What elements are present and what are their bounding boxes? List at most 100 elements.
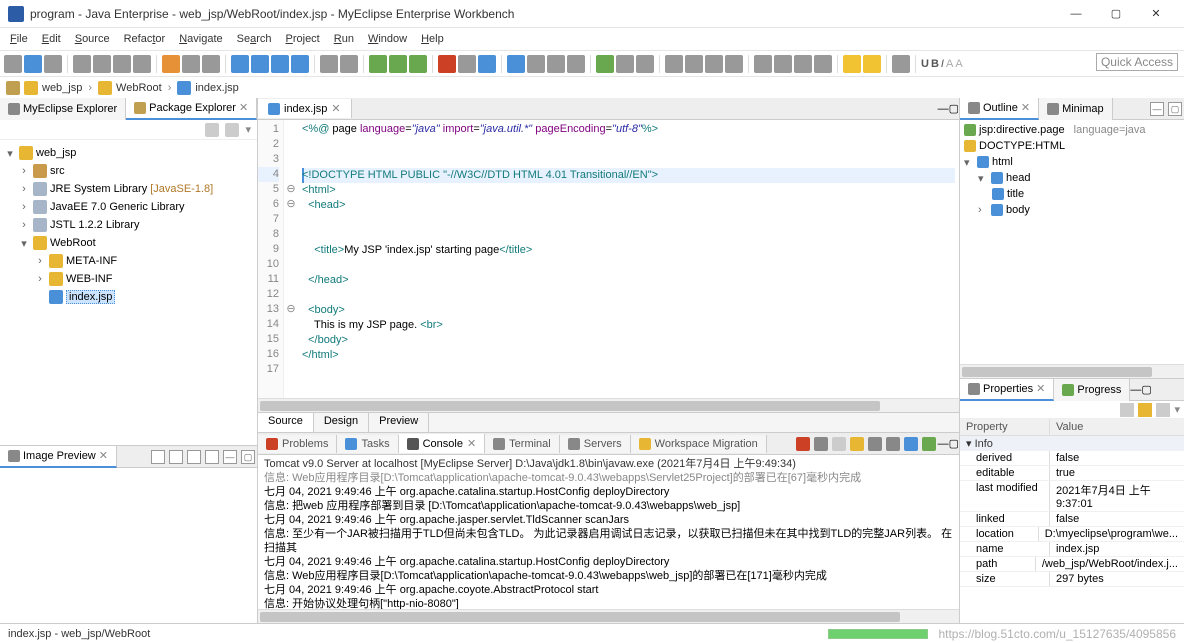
tool-13[interactable]	[271, 55, 289, 73]
props-tool1[interactable]	[1120, 403, 1134, 417]
console-output[interactable]: Tomcat v9.0 Server at localhost [MyEclip…	[258, 455, 959, 609]
maximize-button[interactable]: ▢	[1096, 0, 1136, 28]
tool-run[interactable]	[389, 55, 407, 73]
tab-terminal[interactable]: Terminal	[485, 435, 560, 453]
tool-32[interactable]	[705, 55, 723, 73]
outline-body[interactable]: ›body	[964, 202, 1180, 218]
menu-source[interactable]: Source	[69, 31, 116, 47]
close-icon[interactable]: ✕	[331, 102, 340, 115]
menu-run[interactable]: Run	[328, 31, 360, 47]
props-max[interactable]: ▢	[1141, 383, 1151, 396]
fold-gutter[interactable]: ⊖⊖ ⊖	[284, 120, 298, 398]
prop-row-editable[interactable]: editabletrue	[960, 466, 1184, 481]
tool-7[interactable]	[133, 55, 151, 73]
console-scroll-lock-icon[interactable]	[850, 437, 864, 451]
tool-4[interactable]	[73, 55, 91, 73]
props-tool3[interactable]	[1156, 403, 1170, 417]
close-icon[interactable]: ✕	[239, 101, 248, 114]
tool-30[interactable]	[665, 55, 683, 73]
tool-22[interactable]	[478, 55, 496, 73]
tree-webinf[interactable]: › WEB-INF	[0, 270, 257, 288]
mode-source[interactable]: Source	[258, 413, 314, 432]
breadcrumb-item[interactable]: index.jsp	[195, 82, 238, 94]
console-pin-icon[interactable]	[886, 437, 900, 451]
tab-tasks[interactable]: Tasks	[337, 435, 398, 453]
tree-project[interactable]: ▾ web_jsp	[0, 144, 257, 162]
props-col-property[interactable]: Property	[960, 419, 1050, 435]
tool-save[interactable]	[24, 55, 42, 73]
ip-max[interactable]: ▢	[241, 450, 255, 464]
tool-33[interactable]	[725, 55, 743, 73]
text-a2-icon[interactable]: A	[955, 58, 962, 70]
tool-29[interactable]	[636, 55, 654, 73]
tool-25[interactable]	[547, 55, 565, 73]
prop-row-derived[interactable]: derivedfalse	[960, 451, 1184, 466]
tool-27[interactable]	[596, 55, 614, 73]
prop-row-path[interactable]: path/web_jsp/WebRoot/index.j...	[960, 557, 1184, 572]
prop-row-location[interactable]: locationD:\myeclipse\program\we...	[960, 527, 1184, 542]
tool-debug[interactable]	[369, 55, 387, 73]
tab-progress[interactable]: Progress	[1054, 379, 1130, 401]
close-icon[interactable]: ✕	[467, 437, 476, 450]
tool-11[interactable]	[231, 55, 249, 73]
menu-window[interactable]: Window	[362, 31, 413, 47]
tab-workspace-migration[interactable]: Workspace Migration	[631, 435, 767, 453]
text-italic-icon[interactable]: I	[941, 58, 944, 70]
text-bold-icon2[interactable]: B	[931, 58, 939, 70]
tab-package-explorer[interactable]: Package Explorer ✕	[126, 98, 257, 120]
menu-project[interactable]: Project	[280, 31, 326, 47]
ip-b4[interactable]	[205, 450, 219, 464]
code-content[interactable]: <%@ page language="java" import="java.ut…	[298, 120, 959, 398]
tool-5[interactable]	[93, 55, 111, 73]
tool-21[interactable]	[458, 55, 476, 73]
tree-index-jsp[interactable]: index.jsp	[0, 288, 257, 306]
ip-b2[interactable]	[169, 450, 183, 464]
close-icon[interactable]: ✕	[1036, 382, 1045, 395]
menu-file[interactable]: File	[4, 31, 34, 47]
menu-navigate[interactable]: Navigate	[173, 31, 228, 47]
mode-preview[interactable]: Preview	[369, 413, 429, 432]
tool-26[interactable]	[567, 55, 585, 73]
breadcrumb-item[interactable]: web_jsp	[42, 82, 82, 94]
tab-image-preview[interactable]: Image Preview ✕	[0, 446, 117, 468]
menu-search[interactable]: Search	[231, 31, 278, 47]
dock-min[interactable]: —	[938, 438, 949, 450]
tree-webroot[interactable]: ▾ WebRoot	[0, 234, 257, 252]
props-min[interactable]: —	[1130, 384, 1141, 396]
tab-problems[interactable]: Problems	[258, 435, 337, 453]
editor-min[interactable]: —	[938, 103, 949, 115]
tool-12[interactable]	[251, 55, 269, 73]
outline-title[interactable]: title	[964, 186, 1180, 202]
outline-html[interactable]: ▾html	[964, 154, 1180, 170]
link-editor-icon[interactable]	[225, 123, 239, 137]
prop-row-size[interactable]: size297 bytes	[960, 572, 1184, 587]
tool-saveall[interactable]	[44, 55, 62, 73]
tree-metainf[interactable]: › META-INF	[0, 252, 257, 270]
props-tool2[interactable]	[1138, 403, 1152, 417]
tab-myeclipse-explorer[interactable]: MyEclipse Explorer	[0, 98, 126, 120]
tool-forward[interactable]	[863, 55, 881, 73]
tool-new[interactable]	[4, 55, 22, 73]
console-display-icon[interactable]	[904, 437, 918, 451]
tool-16[interactable]	[340, 55, 358, 73]
quick-access-input[interactable]: Quick Access	[1096, 53, 1178, 71]
tool-36[interactable]	[794, 55, 812, 73]
minimize-button[interactable]: —	[1056, 0, 1096, 28]
tool-24[interactable]	[527, 55, 545, 73]
outline-jsp-directive[interactable]: jsp:directive.page language=java	[964, 122, 1180, 138]
tree-jstl[interactable]: › JSTL 1.2.2 Library	[0, 216, 257, 234]
tab-console[interactable]: Console✕	[399, 434, 486, 453]
menu-help[interactable]: Help	[415, 31, 450, 47]
tool-35[interactable]	[774, 55, 792, 73]
close-button[interactable]: ✕	[1136, 0, 1176, 28]
collapse-all-icon[interactable]	[205, 123, 219, 137]
outline-doctype[interactable]: DOCTYPE:HTML	[964, 138, 1180, 154]
ip-b3[interactable]	[187, 450, 201, 464]
props-col-value[interactable]: Value	[1050, 419, 1184, 435]
menu-refactor[interactable]: Refactor	[118, 31, 172, 47]
tool-back[interactable]	[843, 55, 861, 73]
tab-servers[interactable]: Servers	[560, 435, 631, 453]
prop-row-last-modified[interactable]: last modified2021年7月4日 上午9:37:01	[960, 481, 1184, 512]
tool-34[interactable]	[754, 55, 772, 73]
breadcrumb-item[interactable]: WebRoot	[116, 82, 162, 94]
